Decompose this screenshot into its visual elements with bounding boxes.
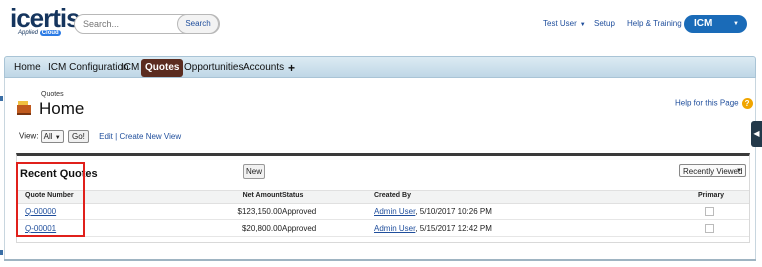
tab-bar: Home ICM Configuration ICM Quotes Opport… [4,56,756,78]
left-edge-marker [0,96,3,101]
page-footer-line [4,259,756,261]
edit-view-link[interactable]: Edit [99,132,113,141]
view-selector-row: View: All ▼ Go! Edit | Create New View [19,130,181,143]
left-edge-marker [0,250,3,255]
net-amount: $20,800.00 [241,224,282,233]
net-amount: $123,150.00 [237,207,283,216]
status: Approved [282,207,317,216]
table-row: Q-00001 $20,800.00 Approved Admin User, … [17,220,749,237]
breadcrumb: Quotes [41,91,64,98]
chevron-down-icon: ▼ [54,135,61,141]
view-select[interactable]: All ▼ [40,130,64,143]
column-header-created-by: Created By [374,192,411,199]
tab-icm-configuration[interactable]: ICM Configuration [48,60,129,76]
icertis-logo[interactable]: icertis Applied Cloud [10,4,81,40]
status: Approved [282,224,317,233]
search-input[interactable] [83,17,178,31]
annotation-highlight-box [16,162,85,237]
setup-link[interactable]: Setup [594,19,615,28]
help-for-page-link[interactable]: Help for this Page? [675,98,753,109]
link-separator: | [115,131,118,141]
chevron-down-icon: ▼ [579,22,586,28]
create-view-link[interactable]: Create New View [119,132,181,141]
tab-icm[interactable]: ICM [121,60,139,76]
user-menu[interactable]: Test User ▼ [543,19,586,28]
add-tab-button[interactable]: + [288,60,295,76]
chevron-down-icon: ▼ [733,21,739,27]
search-box: Search [74,14,220,34]
logo-subtitle: Applied Cloud [18,30,61,36]
chevron-down-icon: ▼ [736,168,742,174]
app-switcher-button[interactable]: ICM ▼ [684,15,747,33]
help-icon: ? [741,98,753,109]
top-header: icertis Applied Cloud Search Test User▼ … [0,0,762,48]
table-row: Q-00000 $123,150.00 Approved Admin User,… [17,203,749,220]
logo-wordmark: icertis [10,3,81,33]
tab-quotes[interactable]: Quotes [141,59,184,77]
go-button[interactable]: Go! [67,130,89,143]
primary-checkbox [705,207,714,216]
created-by-user-link[interactable]: Admin User [374,224,415,233]
view-label: View: [19,131,39,141]
table-header: Quote Number Net Amount Status Created B… [17,190,749,204]
column-header-primary: Primary [698,192,725,199]
search-button[interactable]: Search [177,14,219,34]
created-by: Admin User, 5/10/2017 10:26 PM [374,207,492,216]
tab-opportunities[interactable]: Opportunities [184,60,243,76]
primary-checkbox [705,224,714,233]
chevron-left-icon: ◀ [753,129,760,138]
recent-sort-select[interactable]: Recently Viewed ▼ [679,164,746,177]
quote-object-icon [17,101,31,115]
sidebar-collapse-tab[interactable]: ◀ [751,121,762,147]
tab-home[interactable]: Home [14,60,41,76]
help-training-link[interactable]: Help & Training [627,19,682,28]
created-by: Admin User, 5/15/2017 12:42 PM [374,224,492,233]
column-header-net-amount: Net Amount [242,192,282,199]
column-header-status: Status [282,192,304,199]
page-title: Home [39,99,85,118]
tab-accounts[interactable]: Accounts [243,60,284,76]
created-by-user-link[interactable]: Admin User [374,207,415,216]
new-quote-button[interactable]: New [243,164,265,179]
